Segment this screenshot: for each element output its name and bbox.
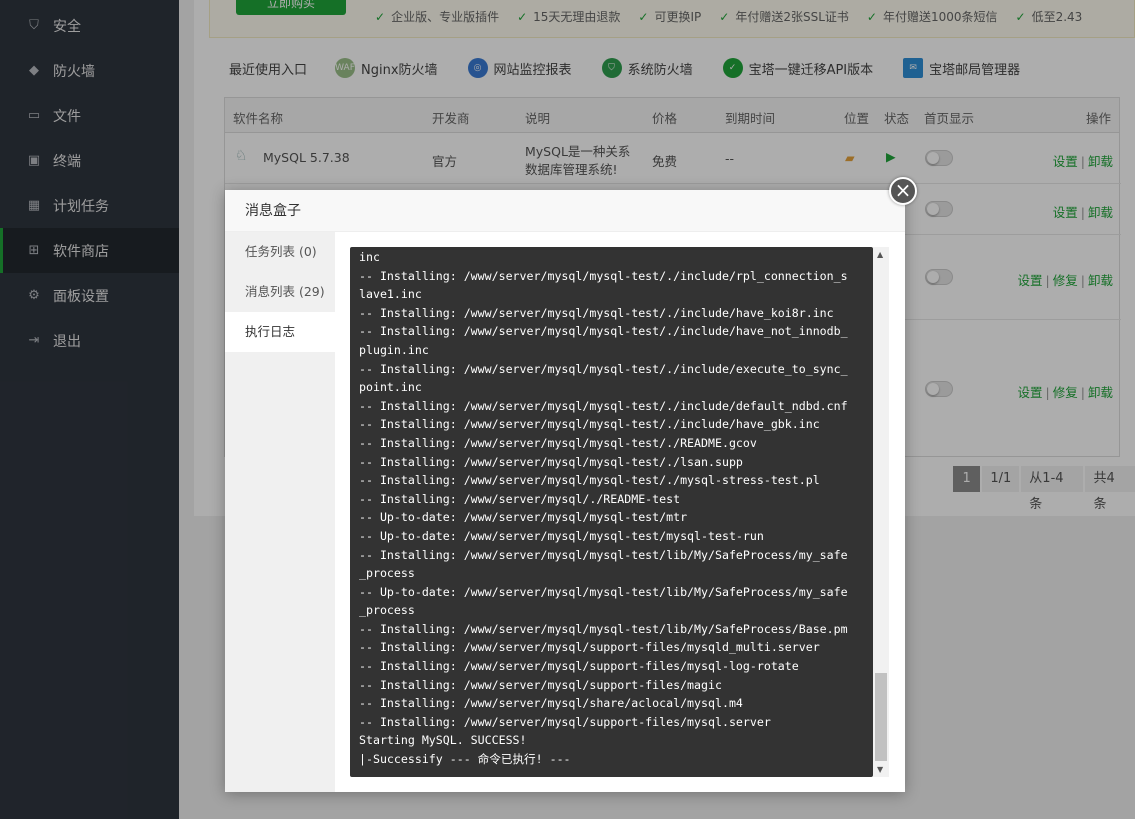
log-line: point.inc [359, 380, 422, 395]
log-line: _process [359, 603, 415, 618]
dialog-title: 消息盒子 [225, 190, 905, 232]
log-line: _process [359, 566, 415, 581]
log-line: -- Installing: /www/server/mysql/mysql-t… [359, 305, 834, 320]
log-line: -- Installing: /www/server/mysql/mysql-t… [359, 324, 848, 339]
log-line: Starting MySQL. SUCCESS! [359, 733, 527, 748]
log-line: -- Up-to-date: /www/server/mysql/mysql-t… [359, 510, 688, 525]
scroll-up-icon[interactable]: ▲ [877, 250, 883, 259]
log-line: -- Installing: /www/server/mysql/mysql-t… [359, 268, 848, 283]
log-line: -- Installing: /www/server/mysql/support… [359, 714, 771, 729]
log-line: -- Installing: /www/server/mysql/mysql-t… [359, 621, 848, 636]
log-line: -- Installing: /www/server/mysql/mysql-t… [359, 417, 820, 432]
log-line: -- Installing: /www/server/mysql/mysql-t… [359, 361, 848, 376]
log-line: -- Installing: /www/server/mysql/./READM… [359, 491, 681, 506]
execution-log-console: inc -- Installing: /www/server/mysql/mysq… [350, 247, 873, 777]
log-line: -- Installing: /www/server/mysql/mysql-t… [359, 547, 848, 562]
tab-execution-log[interactable]: 执行日志 [225, 312, 335, 352]
log-line: -- Installing: /www/server/mysql/support… [359, 659, 799, 674]
log-line: -- Up-to-date: /www/server/mysql/mysql-t… [359, 584, 848, 599]
log-line: -- Installing: /www/server/mysql/mysql-t… [359, 398, 848, 413]
tab-message-list[interactable]: 消息列表 (29) [225, 272, 335, 312]
scroll-thumb[interactable] [875, 673, 887, 761]
scroll-down-icon[interactable]: ▼ [877, 765, 883, 774]
log-line: -- Installing: /www/server/mysql/mysql-t… [359, 435, 757, 450]
log-line: lave1.inc [359, 287, 422, 302]
log-line: -- Installing: /www/server/mysql/support… [359, 640, 820, 655]
message-box-dialog: 消息盒子 × 任务列表 (0) 消息列表 (29) 执行日志 inc -- Ins… [225, 177, 917, 792]
log-line: -- Installing: /www/server/mysql/mysql-t… [359, 454, 743, 469]
log-line: -- Up-to-date: /www/server/mysql/mysql-t… [359, 528, 764, 543]
log-line: inc [359, 250, 380, 264]
log-line: -- Installing: /www/server/mysql/share/a… [359, 696, 743, 711]
log-line: plugin.inc [359, 342, 429, 357]
log-line: -- Installing: /www/server/mysql/mysql-t… [359, 473, 820, 488]
log-lines: inc -- Installing: /www/server/mysql/mysq… [359, 248, 864, 769]
tab-task-list[interactable]: 任务列表 (0) [225, 232, 335, 272]
log-line: |-Successify --- 命令已执行! --- [359, 752, 571, 767]
log-line: -- Installing: /www/server/mysql/support… [359, 677, 722, 692]
close-icon[interactable]: × [889, 177, 917, 205]
dialog-tabs: 任务列表 (0) 消息列表 (29) 执行日志 [225, 232, 335, 792]
log-scrollbar[interactable]: ▲ ▼ [873, 247, 889, 777]
